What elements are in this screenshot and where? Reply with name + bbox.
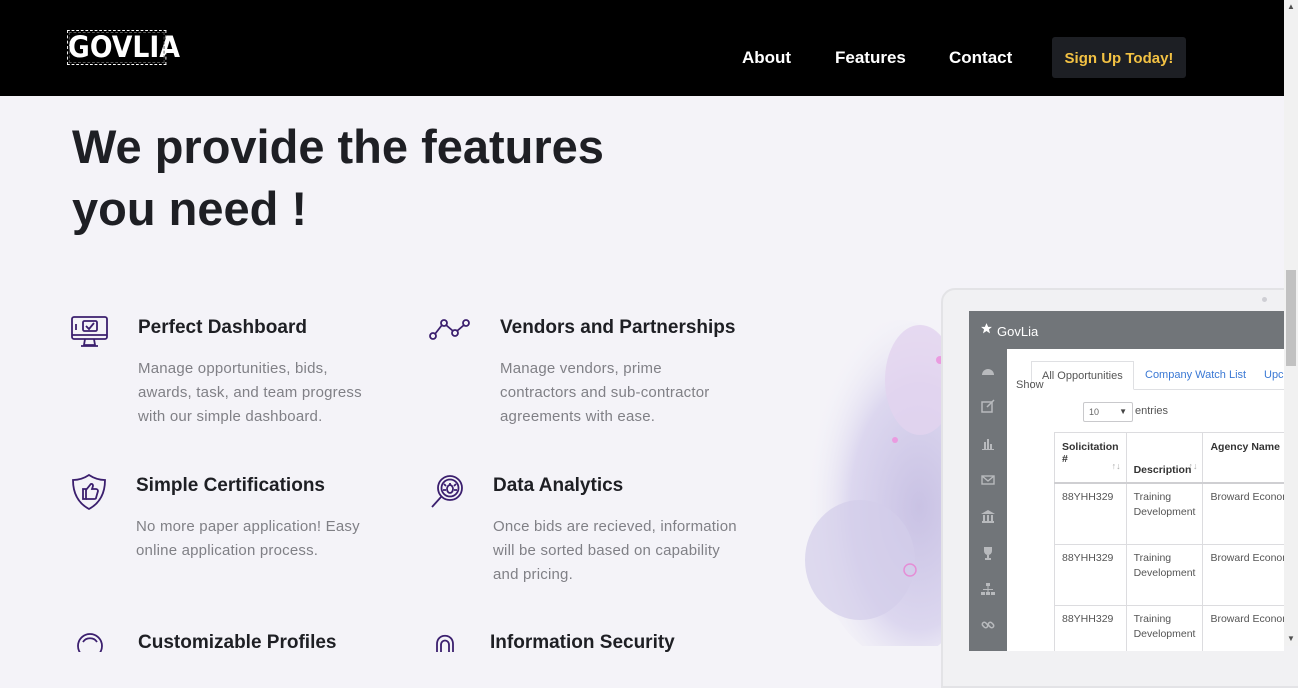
profile-avatar-icon — [77, 633, 103, 652]
table-row[interactable]: 88YHH329 Training Development Broward Ec… — [1054, 482, 1284, 545]
feature-desc-certifications: No more paper application! Easy online a… — [136, 518, 360, 559]
table-cell: Broward Economic — [1202, 605, 1284, 651]
table-cell: Broward Economic Opportun — [1202, 482, 1284, 545]
feature-title-vendors: Vendors and Partnerships — [500, 317, 736, 338]
table-row[interactable]: 88YHH329 Training Development Broward Ec… — [1054, 544, 1284, 606]
scroll-down-arrow-icon[interactable]: ▼ — [1287, 634, 1295, 643]
table-row[interactable]: 88YHH329 Training Development Broward Ec… — [1054, 605, 1284, 651]
column-header-label: Description — [1133, 464, 1192, 476]
sort-icon: ↑↓ — [1111, 461, 1121, 471]
scrollbar-thumb[interactable] — [1286, 270, 1296, 366]
feature-desc-analytics: Once bids are recieved, information will… — [493, 518, 737, 583]
feature-title-certifications: Simple Certifications — [136, 475, 325, 496]
page-title: We provide the features you need ! — [72, 120, 604, 235]
nav-features[interactable]: Features — [835, 48, 906, 68]
column-header[interactable]: Solicitation # ↑↓ — [1054, 432, 1127, 484]
feature-desc-dashboard: Manage opportunities, bids, awards, task… — [138, 360, 362, 425]
column-header-label: Solicitation # — [1062, 441, 1119, 465]
entries-select-value: 10 — [1089, 407, 1100, 417]
monitor-check-icon — [71, 316, 108, 347]
network-nodes-icon — [429, 319, 470, 340]
feature-title-profiles: Customizable Profiles — [138, 632, 337, 653]
column-header[interactable]: Description ↑↓ — [1125, 432, 1204, 484]
lock-icon — [436, 634, 454, 652]
entries-select[interactable]: 10 ▼ — [1083, 402, 1133, 422]
sort-icon: ↑↓ — [1188, 461, 1198, 471]
app-content-overlay: 10 ▼ entries Solicitation # ↑↓ Descriptio… — [969, 311, 1284, 651]
entries-label: entries — [1135, 405, 1169, 417]
feature-title-analytics: Data Analytics — [493, 475, 624, 496]
device-camera — [1262, 297, 1267, 302]
scroll-up-arrow-icon[interactable]: ▲ — [1287, 2, 1295, 11]
nav-contact[interactable]: Contact — [949, 48, 1012, 68]
logo[interactable]: GOVLIA — [67, 30, 180, 65]
page-scrollbar[interactable]: ▲ ▼ — [1284, 0, 1298, 646]
table-cell: 88YHH329 — [1054, 544, 1127, 606]
table-cell: Training Development — [1125, 482, 1204, 545]
nav-about[interactable]: About — [742, 48, 791, 68]
column-header[interactable]: Agency Name — [1202, 432, 1284, 484]
chevron-down-icon: ▼ — [1119, 407, 1127, 416]
opportunities-table: Solicitation # ↑↓ Description ↑↓ Agency Na… — [1054, 432, 1284, 651]
table-header-row: Solicitation # ↑↓ Description ↑↓ Agency Na… — [1054, 432, 1284, 484]
site-header: GOVLIA About Features Contact Sign Up To… — [0, 0, 1284, 96]
watercolor-splash — [805, 320, 950, 646]
feature-title-security: Information Security — [490, 632, 675, 653]
feature-title-dashboard: Perfect Dashboard — [138, 317, 307, 338]
shield-thumbs-up-icon — [72, 473, 106, 511]
sign-up-button[interactable]: Sign Up Today! — [1052, 37, 1186, 78]
magnifier-bug-icon — [431, 475, 463, 508]
table-cell: Training Development — [1125, 544, 1204, 606]
table-cell: Broward Economic Opportun — [1202, 544, 1284, 606]
table-cell: 88YHH329 — [1054, 482, 1127, 545]
table-cell: 88YHH329 — [1054, 605, 1127, 651]
column-header-label: Agency Name — [1210, 441, 1280, 453]
table-cell: Training Development — [1125, 605, 1204, 651]
feature-desc-vendors: Manage vendors, prime contractors and su… — [500, 360, 710, 425]
